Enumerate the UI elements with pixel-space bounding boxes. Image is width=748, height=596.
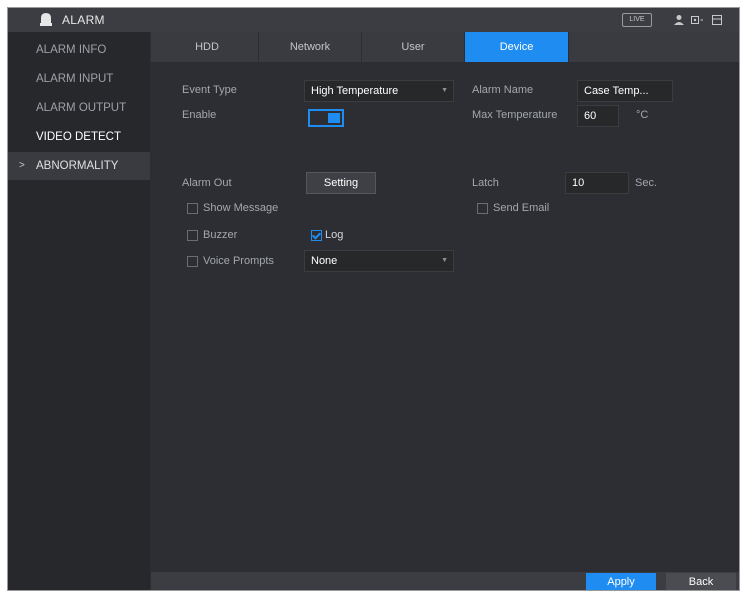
buzzer-label: Buzzer [203, 229, 238, 241]
temperature-unit: °C [636, 109, 649, 121]
show-message-checkbox[interactable] [187, 203, 198, 214]
voice-prompts-label: Voice Prompts [203, 255, 274, 267]
sidebar-item-alarm-info[interactable]: ALARM INFO [8, 36, 150, 64]
alarm-window: ALARM LIVE ALARM INFO ALARM INPUT ALARM … [7, 7, 740, 591]
latch-input[interactable]: 10 [565, 172, 629, 194]
sidebar-item-label: ALARM OUTPUT [36, 102, 127, 114]
chevron-right-icon: > [19, 160, 25, 171]
sidebar-item-abnormality[interactable]: > ABNORMALITY [8, 152, 150, 180]
tab-user[interactable]: User [362, 32, 465, 62]
send-email-label: Send Email [493, 202, 550, 214]
event-type-select[interactable]: High Temperature ▼ [304, 80, 454, 102]
log-label: Log [325, 229, 344, 241]
tab-device[interactable]: Device [465, 32, 569, 62]
latch-value: 10 [572, 177, 585, 189]
tab-bar: HDD Network User Device [151, 32, 739, 62]
max-temperature-value: 60 [584, 110, 597, 122]
log-checkbox[interactable] [311, 230, 322, 241]
title-bar: ALARM LIVE [8, 8, 739, 32]
latch-unit: Sec. [635, 177, 658, 189]
buzzer-checkbox[interactable] [187, 230, 198, 241]
setting-button[interactable]: Setting [306, 172, 376, 194]
toggle-knob [328, 113, 340, 123]
window-menu-icon[interactable] [710, 13, 724, 27]
alarm-name-value: Case Temp... [584, 85, 649, 97]
enable-toggle[interactable] [308, 109, 344, 127]
alarm-name-input[interactable]: Case Temp... [577, 80, 673, 102]
voice-prompts-checkbox[interactable] [187, 256, 198, 267]
voice-prompts-value: None [311, 255, 338, 267]
sidebar-item-label: ALARM INPUT [36, 73, 114, 85]
max-temperature-input[interactable]: 60 [577, 105, 619, 127]
sidebar-item-alarm-input[interactable]: ALARM INPUT [8, 65, 150, 93]
event-type-value: High Temperature [311, 85, 399, 97]
user-icon[interactable] [672, 13, 686, 27]
sidebar-item-label: ABNORMALITY [36, 160, 119, 172]
tab-hdd[interactable]: HDD [156, 32, 259, 62]
sidebar-item-label: VIDEO DETECT [36, 131, 121, 143]
sidebar-item-video-detect[interactable]: VIDEO DETECT [8, 123, 150, 151]
event-type-label: Event Type [182, 84, 237, 96]
alarm-out-label: Alarm Out [182, 177, 232, 189]
shortcut-menu-icon[interactable] [690, 13, 704, 27]
send-email-checkbox[interactable] [477, 203, 488, 214]
sidebar: ALARM INFO ALARM INPUT ALARM OUTPUT VIDE… [8, 32, 150, 590]
tab-network[interactable]: Network [259, 32, 362, 62]
show-message-label: Show Message [203, 202, 279, 214]
sidebar-item-label: ALARM INFO [36, 44, 107, 56]
max-temperature-label: Max Temperature [472, 109, 558, 121]
alarm-icon [40, 13, 52, 26]
alarm-name-label: Alarm Name [472, 84, 534, 96]
sidebar-item-alarm-output[interactable]: ALARM OUTPUT [8, 94, 150, 122]
apply-button[interactable]: Apply [586, 573, 656, 590]
live-badge[interactable]: LIVE [622, 13, 652, 27]
app-title: ALARM [62, 13, 105, 27]
enable-label: Enable [182, 109, 217, 121]
latch-label: Latch [472, 177, 499, 189]
back-button[interactable]: Back [666, 573, 736, 590]
dropdown-arrow-icon: ▼ [441, 87, 448, 94]
voice-prompts-select[interactable]: None ▼ [304, 250, 454, 272]
footer-bar: Apply Back [151, 572, 739, 590]
main-content: HDD Network User Device Event Type High … [151, 32, 739, 590]
dropdown-arrow-icon: ▼ [441, 257, 448, 264]
